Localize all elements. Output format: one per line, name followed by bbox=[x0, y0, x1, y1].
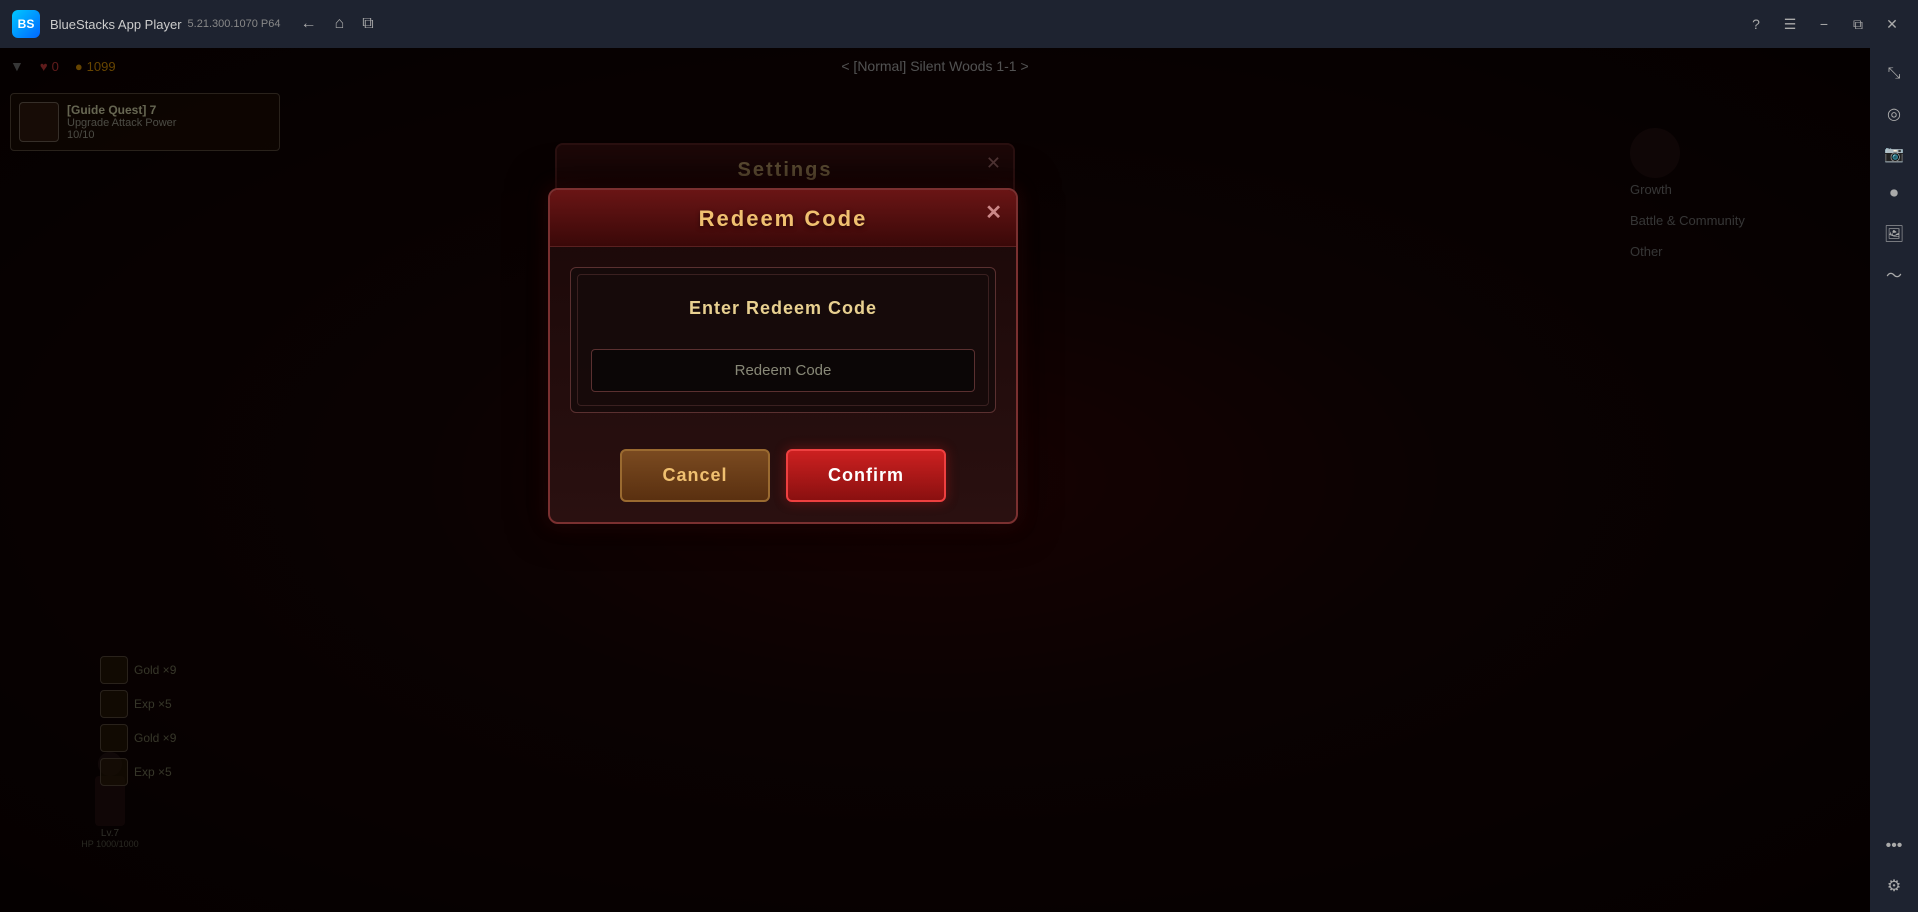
bluestacks-logo: BS bbox=[12, 10, 40, 38]
redeem-input-area: Enter Redeem Code bbox=[570, 267, 996, 413]
redeem-code-input[interactable] bbox=[591, 349, 975, 392]
redeem-title: Redeem Code bbox=[699, 206, 868, 231]
record-sidebar-button[interactable]: ⏺ bbox=[1876, 176, 1912, 212]
screenshot-sidebar-button[interactable]: 📷 bbox=[1876, 136, 1912, 172]
more-sidebar-button[interactable]: ••• bbox=[1876, 828, 1912, 864]
minimize-button[interactable]: − bbox=[1810, 10, 1838, 38]
app-title: BlueStacks App Player bbox=[50, 17, 182, 32]
camera-sidebar-button[interactable]: ◎ bbox=[1876, 96, 1912, 132]
back-button[interactable]: ← bbox=[301, 15, 317, 33]
close-button[interactable]: ✕ bbox=[1878, 10, 1906, 38]
multi-button[interactable]: ⧉ bbox=[362, 15, 373, 33]
cancel-button[interactable]: Cancel bbox=[620, 449, 770, 502]
resize-sidebar-button[interactable]: ⤡ bbox=[1876, 56, 1912, 92]
window-controls: ? ☰ − ⧉ ✕ bbox=[1742, 10, 1906, 38]
titlebar-nav: ← ⌂ ⧉ bbox=[301, 15, 374, 33]
app-subtitle: 5.21.300.1070 P64 bbox=[188, 18, 281, 30]
menu-button[interactable]: ☰ bbox=[1776, 10, 1804, 38]
redeem-dialog: Redeem Code ✕ Enter Redeem Code Cancel C… bbox=[548, 188, 1018, 524]
home-button[interactable]: ⌂ bbox=[335, 15, 345, 33]
redeem-header: Redeem Code ✕ bbox=[550, 190, 1016, 247]
settings-sidebar-button[interactable]: ⚙ bbox=[1876, 868, 1912, 904]
redeem-input-label: Enter Redeem Code bbox=[591, 298, 975, 319]
help-button[interactable]: ? bbox=[1742, 10, 1770, 38]
restore-button[interactable]: ⧉ bbox=[1844, 10, 1872, 38]
shake-sidebar-button[interactable]: 〜 bbox=[1876, 256, 1912, 292]
game-background: ▼ ♥ 0 ● 1099 < [Normal] Silent Woods 1-1… bbox=[0, 48, 1870, 912]
right-sidebar: ⤡ ◎ 📷 ⏺ 🖼 〜 ••• ⚙ bbox=[1870, 48, 1918, 912]
confirm-button[interactable]: Confirm bbox=[786, 449, 946, 502]
titlebar: BS BlueStacks App Player 5.21.300.1070 P… bbox=[0, 0, 1918, 48]
redeem-body: Enter Redeem Code bbox=[550, 247, 1016, 433]
redeem-footer: Cancel Confirm bbox=[550, 433, 1016, 522]
redeem-close-button[interactable]: ✕ bbox=[985, 200, 1002, 225]
media-sidebar-button[interactable]: 🖼 bbox=[1876, 216, 1912, 252]
